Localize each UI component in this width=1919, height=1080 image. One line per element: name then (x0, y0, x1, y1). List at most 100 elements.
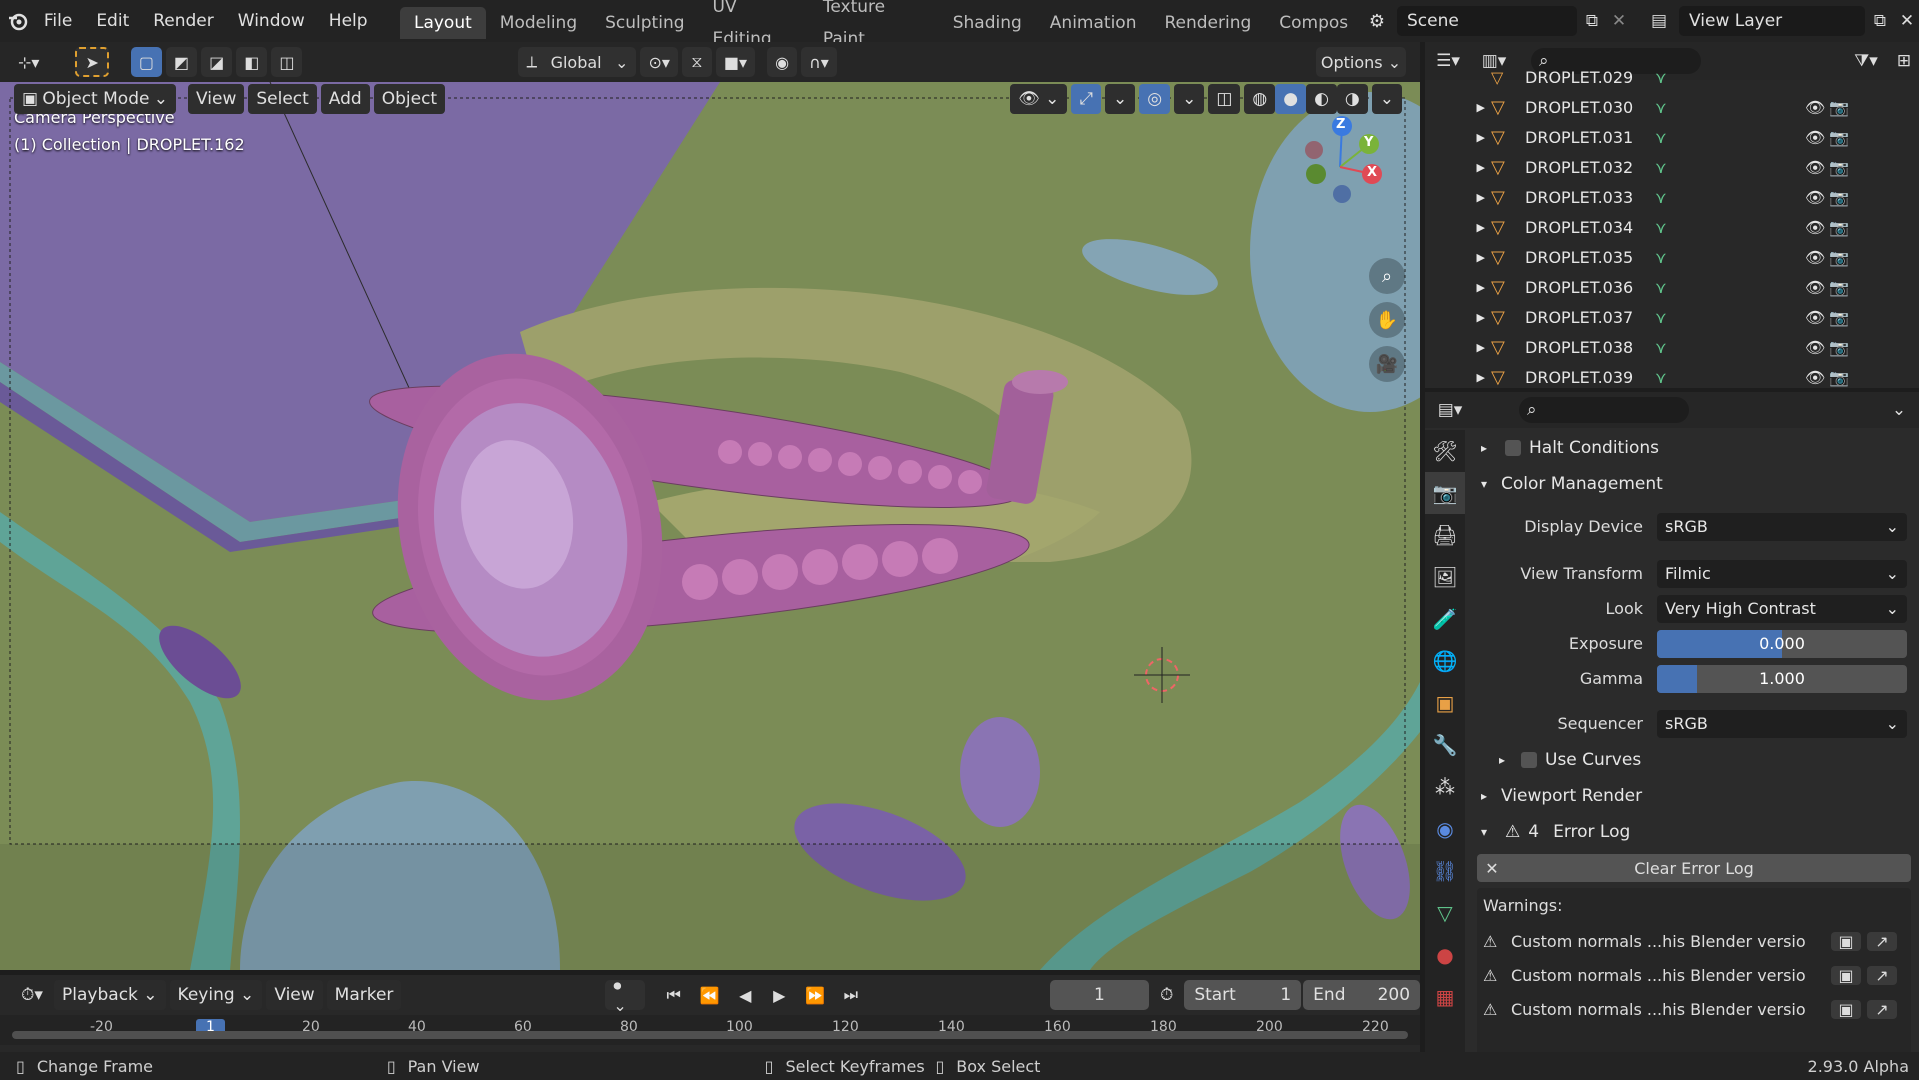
outliner-row[interactable]: ▶ ▽ DROPLET.036 ⋎ 👁 📷 (1425, 272, 1919, 302)
outliner-row[interactable]: ▶ ▽ DROPLET.030 ⋎ 👁 📷 (1425, 92, 1919, 122)
panel-viewport-render[interactable]: ▸ Viewport Render (1469, 778, 1919, 814)
select-tool-icon[interactable]: ➤ (75, 47, 109, 77)
particles-tab-icon[interactable]: ⁂ (1425, 766, 1465, 808)
mesh-data-icon[interactable]: ⋎ (1655, 128, 1805, 147)
select-intersect-icon[interactable]: ◫ (271, 47, 303, 77)
view-transform-dropdown[interactable]: Filmic ⌄ (1657, 559, 1907, 588)
delete-scene-icon[interactable]: ✕ (1607, 11, 1631, 31)
camera-render-icon[interactable]: 📷 (1829, 338, 1853, 357)
expand-arrow-icon[interactable]: ▶ (1425, 341, 1491, 354)
camera-render-icon[interactable]: 📷 (1829, 188, 1853, 207)
select-new-icon[interactable]: ▢ (130, 47, 162, 77)
camera-view-icon[interactable]: 🎥 (1369, 346, 1405, 382)
3d-viewport[interactable]: Camera Perspective (1) Collection | DROP… (0, 82, 1420, 970)
mesh-data-icon[interactable]: ⋎ (1655, 218, 1805, 237)
material-shading-icon[interactable]: ◐ (1306, 84, 1337, 114)
editor-type-icon[interactable]: ⊹▾ (10, 47, 48, 77)
frame-ruler[interactable]: -20 1 20 40 60 80 100 120 140 160 180 200 220 (0, 1015, 1420, 1045)
view-layer-name-field[interactable]: View Layer (1679, 6, 1865, 36)
camera-render-icon[interactable]: 📷 (1829, 128, 1853, 147)
rendered-shading-icon[interactable]: ◑ (1336, 84, 1368, 114)
object-mode-dropdown[interactable]: ▣ Object Mode ⌄ (14, 84, 176, 114)
output-tab-icon[interactable]: 🖨 (1425, 514, 1465, 556)
use-curves-checkbox[interactable] (1521, 752, 1537, 768)
inspect-icon[interactable]: ↗ (1867, 931, 1897, 951)
prev-keyframe-icon[interactable]: ⏪ (693, 980, 727, 1010)
camera-render-icon[interactable]: 📷 (1829, 368, 1853, 387)
constraints-tab-icon[interactable]: ⛓ (1425, 850, 1465, 892)
outliner-row[interactable]: ▶ ▽ DROPLET.031 ⋎ 👁 📷 (1425, 122, 1919, 152)
expand-arrow-icon[interactable]: ▶ (1425, 101, 1491, 114)
tab-layout[interactable]: Layout (399, 7, 486, 39)
pan-hand-icon[interactable]: ✋ (1369, 302, 1405, 338)
menu-view[interactable]: View (188, 84, 245, 114)
inspect-icon[interactable]: ↗ (1867, 999, 1897, 1019)
outliner-row[interactable]: ▶ ▽ DROPLET.035 ⋎ 👁 📷 (1425, 242, 1919, 272)
navigation-gizmo[interactable]: Z Y X (1280, 112, 1400, 222)
eye-icon[interactable]: 👁 (1805, 128, 1829, 147)
display-device-dropdown[interactable]: sRGB ⌄ (1657, 512, 1907, 541)
timeline-editor-type-icon[interactable]: ⏱▾ (10, 985, 54, 1005)
camera-render-icon[interactable]: 📷 (1829, 308, 1853, 327)
camera-render-icon[interactable]: 📷 (1829, 278, 1853, 297)
gizmo-dropdown-icon[interactable]: ⌄ (1104, 84, 1136, 114)
view-layer-selector[interactable]: ▤ View Layer ⧉ ✕ (1639, 6, 1919, 36)
snap-icon[interactable]: ⧖ (681, 47, 712, 77)
scene-icon[interactable]: ⚙ (1357, 11, 1397, 32)
expand-arrow-icon[interactable]: ▶ (1425, 191, 1491, 204)
start-frame-field[interactable]: Start 1 (1184, 980, 1302, 1010)
object-tab-icon[interactable]: ▣ (1425, 682, 1465, 724)
new-scene-icon[interactable]: ⧉ (1577, 11, 1607, 31)
outliner-row[interactable]: ▽ DROPLET.029 ⋎ (1425, 64, 1919, 90)
transform-orientation-dropdown[interactable]: ⟂ Global ⌄ (518, 47, 637, 77)
outliner-row[interactable]: ▶ ▽ DROPLET.037 ⋎ 👁 📷 (1425, 302, 1919, 332)
viewport-scene[interactable] (0, 82, 1420, 970)
eye-icon[interactable]: 👁 (1805, 278, 1829, 297)
blender-logo-icon[interactable] (4, 6, 32, 36)
mesh-data-icon[interactable]: ⋎ (1655, 338, 1805, 357)
tool-tab-icon[interactable]: 🛠 (1425, 430, 1465, 472)
menu-render[interactable]: Render (141, 0, 226, 42)
mesh-data-icon[interactable]: ⋎ (1655, 98, 1805, 117)
tab-rendering[interactable]: Rendering (1150, 7, 1265, 39)
next-keyframe-icon[interactable]: ⏩ (798, 980, 832, 1010)
inspect-icon[interactable]: ↗ (1867, 965, 1897, 985)
expand-arrow-icon[interactable]: ▶ (1425, 311, 1491, 324)
tab-sculpting[interactable]: Sculpting (591, 7, 698, 39)
texture-tab-icon[interactable]: ▦ (1425, 976, 1465, 1018)
expand-arrow-icon[interactable]: ▶ (1425, 281, 1491, 294)
current-frame-field[interactable]: 1 (1049, 980, 1150, 1010)
select-object-icon[interactable]: ▣ (1831, 965, 1861, 985)
tab-animation[interactable]: Animation (1036, 7, 1151, 39)
eye-icon[interactable]: 👁 (1805, 368, 1829, 387)
keying-menu[interactable]: Keying ⌄ (169, 980, 263, 1010)
playback-menu[interactable]: Playback ⌄ (54, 980, 166, 1010)
camera-render-icon[interactable]: 📷 (1829, 98, 1853, 117)
mesh-data-icon[interactable]: ⋎ (1655, 158, 1805, 177)
snap-target-icon[interactable]: ■▾ (715, 47, 756, 77)
view-layer-icon[interactable]: ▤ (1639, 11, 1679, 31)
exposure-slider[interactable]: 0.000 (1657, 629, 1907, 658)
menu-help[interactable]: Help (317, 0, 380, 42)
eye-icon[interactable]: 👁 (1805, 248, 1829, 267)
play-reverse-icon[interactable]: ◀ (730, 980, 760, 1010)
clear-error-log-button[interactable]: ✕ Clear Error Log (1477, 854, 1911, 882)
menu-file[interactable]: File (32, 0, 84, 42)
zoom-icon[interactable]: ⌕ (1369, 258, 1405, 294)
scene-name-field[interactable]: Scene (1397, 6, 1577, 36)
expand-arrow-icon[interactable]: ▶ (1425, 221, 1491, 234)
eye-icon[interactable]: 👁 (1805, 338, 1829, 357)
physics-tab-icon[interactable]: ◉ (1425, 808, 1465, 850)
select-subtract-icon[interactable]: ◪ (201, 47, 233, 77)
jump-end-icon[interactable]: ⏭ (836, 980, 866, 1010)
render-tab-icon[interactable]: 📷 (1425, 472, 1465, 514)
timeline-view-menu[interactable]: View (266, 980, 323, 1010)
overlay-dropdown-icon[interactable]: ⌄ (1174, 84, 1205, 114)
mesh-data-icon[interactable]: ⋎ (1655, 248, 1805, 267)
wireframe-shading-icon[interactable]: ◍ (1244, 84, 1276, 114)
camera-render-icon[interactable]: 📷 (1829, 218, 1853, 237)
jump-start-icon[interactable]: ⏮ (659, 980, 689, 1010)
look-dropdown[interactable]: Very High Contrast ⌄ (1657, 594, 1907, 623)
properties-options-icon[interactable]: ⌄ (1879, 400, 1919, 420)
outliner-row[interactable]: ▶ ▽ DROPLET.038 ⋎ 👁 📷 (1425, 332, 1919, 362)
